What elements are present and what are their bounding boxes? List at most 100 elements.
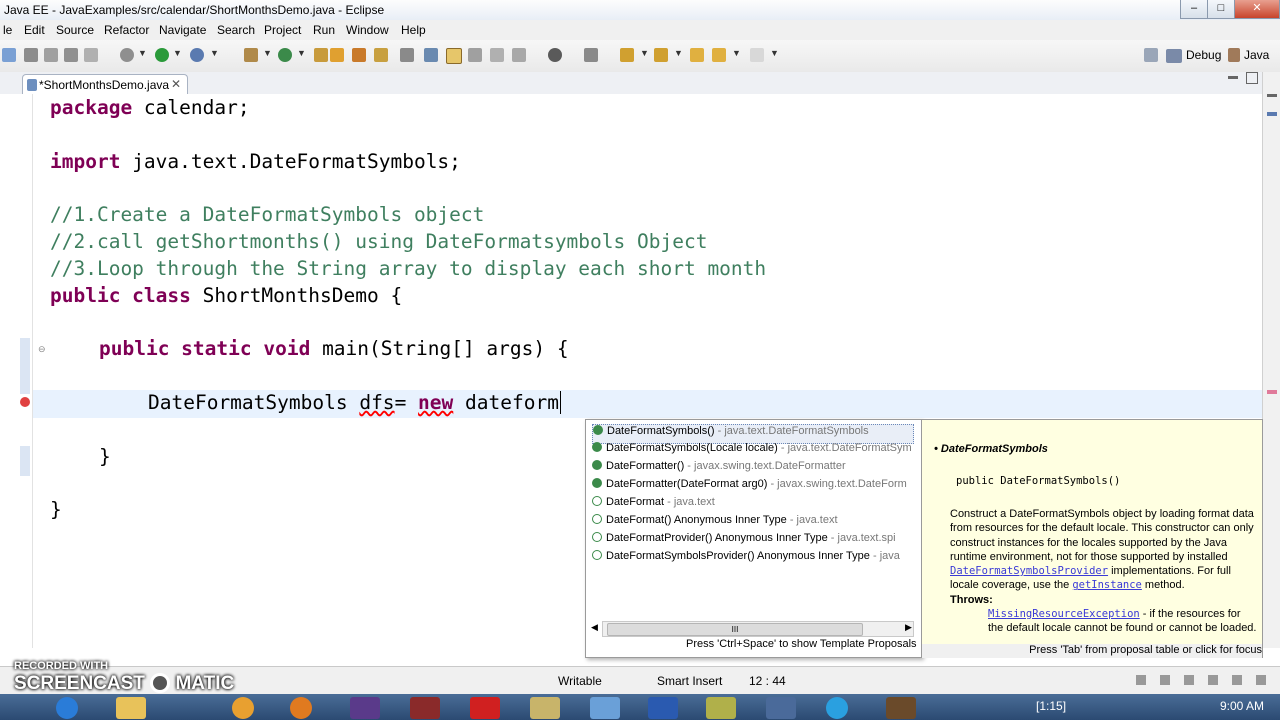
- menu-file[interactable]: le: [3, 23, 12, 37]
- proposal-item[interactable]: DateFormatter(DateFormat arg0) - javax.s…: [592, 478, 912, 496]
- proposal-item[interactable]: DateFormatSymbolsProvider() Anonymous In…: [592, 550, 912, 568]
- next-annotation-icon[interactable]: [620, 48, 634, 62]
- menu-window[interactable]: Window: [346, 23, 389, 37]
- internet-explorer-icon[interactable]: [56, 697, 78, 719]
- menu-project[interactable]: Project: [264, 23, 301, 37]
- perspective-debug[interactable]: Debug: [1186, 48, 1221, 62]
- run-icon[interactable]: [155, 48, 169, 62]
- status-icon[interactable]: [1160, 675, 1170, 685]
- chrome-icon[interactable]: [232, 697, 254, 719]
- menu-refactor[interactable]: Refactor: [104, 23, 149, 37]
- new-package-icon[interactable]: [244, 48, 258, 62]
- app-icon[interactable]: [706, 697, 736, 719]
- scroll-left-icon[interactable]: ◀: [591, 622, 598, 633]
- new-class-icon[interactable]: [278, 48, 292, 62]
- scroll-right-icon[interactable]: ▶: [905, 622, 912, 633]
- overview-ruler[interactable]: [1262, 72, 1280, 648]
- status-icon[interactable]: [1232, 675, 1242, 685]
- proposal-item[interactable]: DateFormat - java.text: [592, 496, 912, 514]
- save-all-icon[interactable]: [44, 48, 58, 62]
- whitespace-icon[interactable]: [490, 48, 504, 62]
- proposal-item[interactable]: DateFormatSymbols() - java.text.DateForm…: [592, 424, 914, 444]
- proposal-item[interactable]: DateFormatSymbols(Locale locale) - java.…: [592, 442, 912, 460]
- fold-toggle-icon[interactable]: ⊖: [38, 344, 46, 355]
- proposal-item[interactable]: DateFormatter() - javax.swing.text.DateF…: [592, 460, 912, 478]
- search-icon[interactable]: [400, 48, 414, 62]
- proposal-horizontal-scrollbar[interactable]: ◀ III ▶: [591, 621, 914, 637]
- close-button[interactable]: ✕: [1234, 0, 1280, 19]
- chevron-down-icon[interactable]: ▼: [210, 48, 219, 58]
- debug-perspective-icon[interactable]: [1166, 49, 1182, 63]
- clock[interactable]: 9:00 AM: [1220, 699, 1264, 713]
- paragraph-icon[interactable]: [512, 48, 526, 62]
- java-perspective-icon[interactable]: [1228, 48, 1240, 62]
- minimize-button[interactable]: –: [1180, 0, 1208, 19]
- last-edit-icon[interactable]: [690, 48, 704, 62]
- external-tools-icon[interactable]: [190, 48, 204, 62]
- overview-error-marker[interactable]: [1267, 390, 1277, 394]
- globe-icon[interactable]: [548, 48, 562, 62]
- chevron-down-icon[interactable]: ▼: [263, 48, 272, 58]
- chevron-down-icon[interactable]: ▼: [732, 48, 741, 58]
- error-marker-icon[interactable]: [20, 397, 30, 407]
- app-icon[interactable]: [590, 697, 620, 719]
- chevron-down-icon[interactable]: ▼: [138, 48, 147, 58]
- save-icon[interactable]: [24, 48, 38, 62]
- menu-run[interactable]: Run: [313, 23, 335, 37]
- new-icon[interactable]: [2, 48, 16, 62]
- app-icon[interactable]: [766, 697, 796, 719]
- eclipse-icon[interactable]: [350, 697, 380, 719]
- previous-annotation-icon[interactable]: [654, 48, 668, 62]
- chevron-down-icon[interactable]: ▼: [173, 48, 182, 58]
- mark-occurrences-icon[interactable]: [424, 48, 438, 62]
- link-get-instance[interactable]: getInstance: [1072, 579, 1142, 591]
- proposal-item[interactable]: DateFormat() Anonymous Inner Type - java…: [592, 514, 912, 532]
- menu-edit[interactable]: Edit: [24, 23, 45, 37]
- javadoc-hover[interactable]: • DateFormatSymbols public DateFormatSym…: [921, 419, 1263, 658]
- status-icon[interactable]: [1256, 675, 1266, 685]
- chevron-down-icon[interactable]: ▼: [770, 48, 779, 58]
- print-icon[interactable]: [84, 48, 98, 62]
- acrobat-icon[interactable]: [470, 697, 500, 719]
- chevron-down-icon[interactable]: ▼: [640, 48, 649, 58]
- status-icon[interactable]: [1184, 675, 1194, 685]
- menu-search[interactable]: Search: [217, 23, 255, 37]
- maximize-view-icon[interactable]: [1246, 72, 1258, 84]
- pin-icon[interactable]: [584, 48, 598, 62]
- minimize-view-icon[interactable]: [1228, 76, 1238, 79]
- link-date-format-symbols-provider[interactable]: DateFormatSymbolsProvider: [950, 565, 1108, 577]
- app-icon[interactable]: [886, 697, 916, 719]
- link-missing-resource-exception[interactable]: MissingResourceException: [988, 608, 1140, 620]
- menu-navigate[interactable]: Navigate: [159, 23, 206, 37]
- word-icon[interactable]: [648, 697, 678, 719]
- app-icon[interactable]: [530, 697, 560, 719]
- close-tab-icon[interactable]: ✕: [171, 77, 181, 91]
- back-arrow-icon[interactable]: [712, 48, 726, 62]
- maximize-button[interactable]: □: [1207, 0, 1235, 19]
- print-icon[interactable]: [64, 48, 78, 62]
- firefox-icon[interactable]: [290, 697, 312, 719]
- menu-source[interactable]: Source: [56, 23, 94, 37]
- open-task-icon[interactable]: [374, 48, 388, 62]
- app-icon[interactable]: [410, 697, 440, 719]
- open-type-icon[interactable]: [352, 48, 366, 62]
- status-icon[interactable]: [1136, 675, 1146, 685]
- chevron-down-icon[interactable]: ▼: [674, 48, 683, 58]
- open-perspective-icon[interactable]: [1144, 48, 1158, 62]
- status-icon[interactable]: [1208, 675, 1218, 685]
- perspective-java[interactable]: Java: [1244, 48, 1269, 62]
- folder-icon[interactable]: [116, 697, 146, 719]
- menu-help[interactable]: Help: [401, 23, 426, 37]
- wizard-icon[interactable]: [314, 48, 328, 62]
- editor-tab[interactable]: *ShortMonthsDemo.java ✕: [22, 74, 188, 95]
- chevron-down-icon[interactable]: ▼: [297, 48, 306, 58]
- skype-icon[interactable]: [826, 697, 848, 719]
- minimize-view-icon[interactable]: [1267, 94, 1277, 97]
- proposal-item[interactable]: DateFormatProvider() Anonymous Inner Typ…: [592, 532, 912, 550]
- block-select-icon[interactable]: [468, 48, 482, 62]
- forward-arrow-icon[interactable]: [750, 48, 764, 62]
- debug-gear-icon[interactable]: [120, 48, 134, 62]
- scroll-thumb[interactable]: III: [607, 623, 863, 636]
- toggle-highlight-icon[interactable]: [446, 48, 462, 64]
- open-folder-icon[interactable]: [330, 48, 344, 62]
